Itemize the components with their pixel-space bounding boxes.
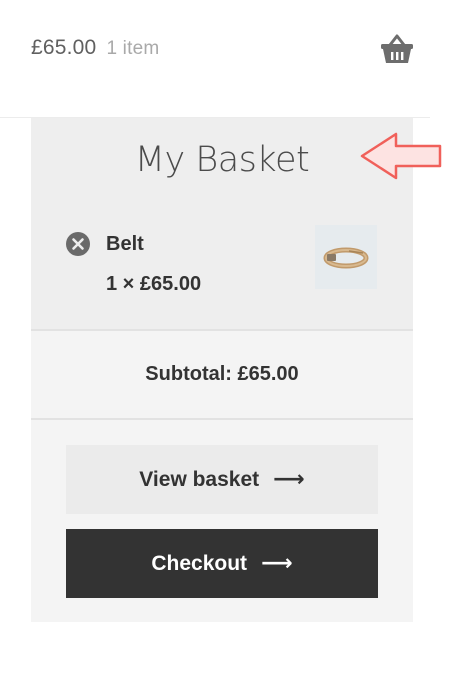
cart-contents-link[interactable]: £65.00 1 item	[31, 36, 159, 60]
mini-cart-subtotal-section: Subtotal: £65.00	[31, 331, 413, 420]
belt-image[interactable]	[315, 225, 377, 289]
item-quantity-price: 1 × £65.00	[106, 273, 202, 295]
cart-item-count: 1 item	[106, 38, 160, 59]
view-basket-label: View basket	[139, 467, 260, 491]
item-name-link[interactable]: Belt	[106, 233, 144, 256]
remove-icon[interactable]	[66, 232, 90, 256]
subtotal-text: Subtotal: £65.00	[145, 363, 299, 385]
mini-cart-title: My Basket	[134, 140, 310, 180]
checkout-button[interactable]: Checkout ⟶	[66, 529, 378, 598]
pointer-arrow-icon	[360, 132, 442, 180]
view-basket-button[interactable]: View basket ⟶	[66, 445, 378, 514]
cart-total-amount: £65.00	[31, 36, 97, 59]
mini-cart-items: My Basket Belt 1 × £65.00	[31, 118, 413, 331]
site-header-cart: £65.00 1 item	[0, 0, 455, 118]
right-arrow-icon: ⟶	[261, 551, 293, 576]
basket-icon[interactable]	[380, 33, 414, 65]
mini-cart-panel: My Basket Belt 1 × £65.00 Subtotal: £65.…	[31, 118, 413, 622]
checkout-label: Checkout	[151, 551, 248, 575]
right-arrow-icon: ⟶	[273, 467, 305, 492]
